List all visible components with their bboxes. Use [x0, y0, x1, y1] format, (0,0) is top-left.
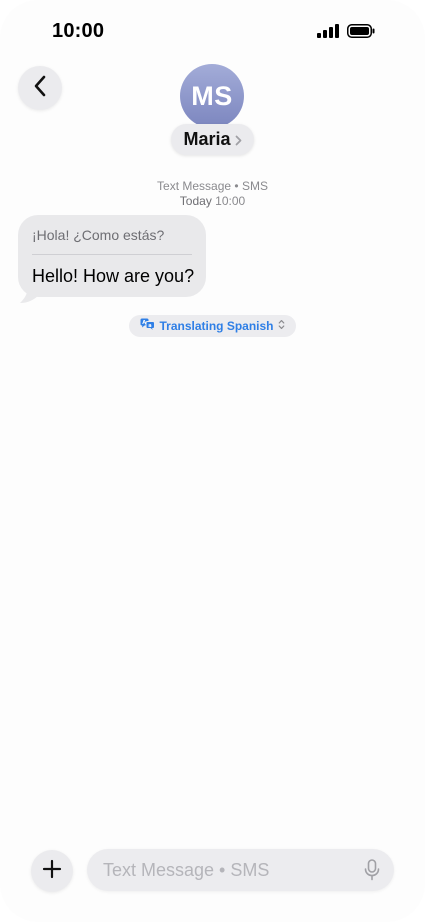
contact-name: Maria: [183, 129, 231, 149]
status-bar: 10:00: [0, 0, 425, 62]
chevron-right-icon: [235, 135, 242, 146]
back-button[interactable]: [18, 66, 62, 110]
message-bubble-incoming[interactable]: ¡Hola! ¿Como estás? Hello! How are you?: [18, 215, 206, 297]
translation-divider: [32, 254, 192, 255]
chevron-left-icon: [33, 75, 47, 102]
battery-icon: [347, 24, 375, 43]
original-message-text: ¡Hola! ¿Como estás?: [32, 227, 165, 243]
contact-name-button[interactable]: Maria: [171, 124, 254, 155]
date-prefix: Today: [179, 194, 212, 208]
conversation-meta: Text Message • SMS Today 10:00: [0, 179, 425, 209]
message-input-container: [87, 849, 394, 891]
bubble-tail: [20, 286, 42, 309]
translating-label: Translating Spanish: [159, 319, 274, 333]
cellular-signal-icon: [317, 24, 339, 43]
translating-language-button[interactable]: A a Translating Spanish: [129, 315, 296, 337]
plus-icon: [42, 859, 62, 884]
message-input[interactable]: [103, 849, 353, 891]
svg-text:a: a: [149, 323, 152, 329]
service-line: Text Message • SMS: [157, 179, 268, 193]
status-time: 10:00: [52, 20, 105, 42]
avatar-initials: MS: [191, 80, 233, 111]
chevron-up-down-icon: [278, 317, 285, 335]
translate-icon: A a: [140, 317, 156, 335]
date-time: 10:00: [215, 194, 246, 208]
add-attachment-button[interactable]: [31, 850, 73, 892]
avatar[interactable]: MS: [180, 64, 244, 128]
status-icons: [317, 24, 375, 43]
microphone-icon[interactable]: [364, 859, 380, 881]
conversation-date: Today 10:00: [0, 194, 425, 209]
svg-text:A: A: [143, 320, 147, 326]
translated-message-text: Hello! How are you?: [32, 266, 195, 286]
messages-screen: 10:00 MS Maria Text Message • SMS Today …: [0, 0, 425, 922]
